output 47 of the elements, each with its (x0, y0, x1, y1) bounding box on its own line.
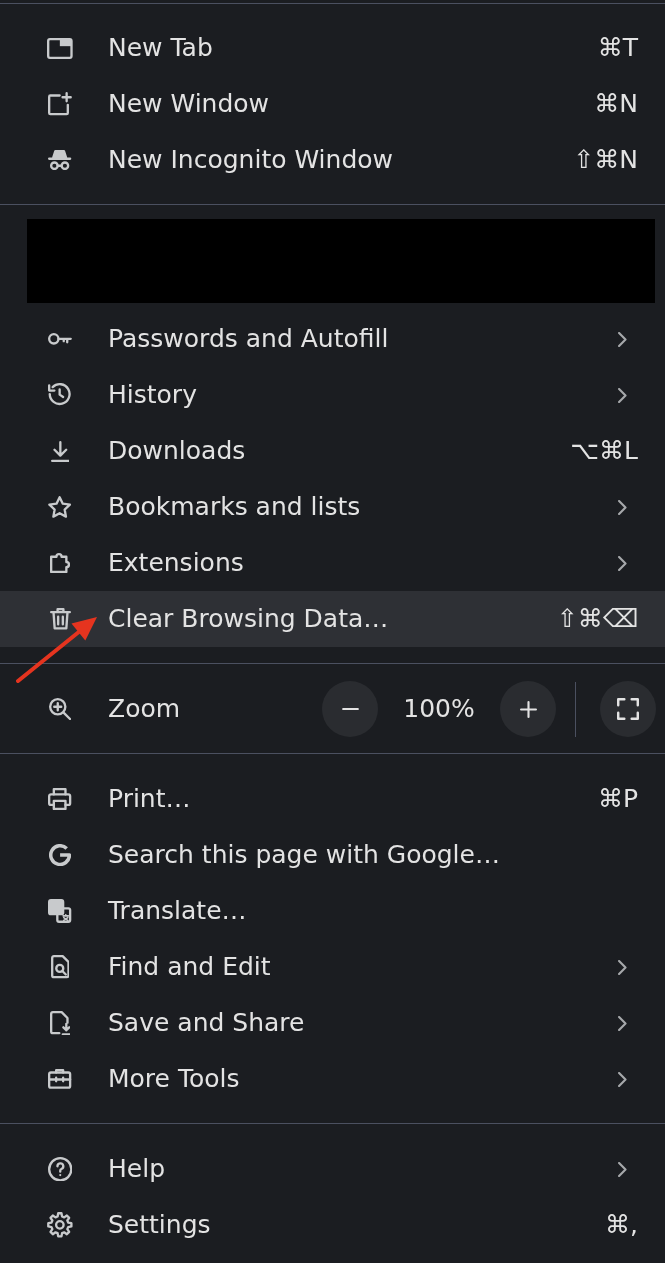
download-icon (50, 440, 70, 462)
new-window-icon (48, 92, 72, 116)
fullscreen-icon (617, 698, 639, 720)
menu-item[interactable]: Search this page with Google… (0, 827, 665, 883)
minus-icon (341, 707, 359, 711)
menu-item[interactable]: Translate… (0, 883, 665, 939)
history-icon (48, 383, 72, 407)
keyboard-shortcut: ⌘N (594, 89, 638, 119)
menu-item[interactable]: History (0, 367, 665, 423)
keyboard-shortcut: ⇧⌘N (573, 145, 638, 175)
settings-icon (47, 1212, 73, 1238)
star-icon (48, 495, 72, 519)
menu-item[interactable]: Settings ⌘, (0, 1197, 665, 1253)
trash-icon (49, 608, 71, 630)
menu-item[interactable]: Extensions (0, 535, 665, 591)
help-icon (47, 1156, 73, 1182)
key-icon (48, 333, 72, 345)
menu-item[interactable]: Bookmarks and lists (0, 479, 665, 535)
menu-item[interactable]: More Tools (0, 1051, 665, 1107)
keyboard-shortcut: ⌘T (597, 33, 638, 63)
incognito-icon (48, 149, 72, 171)
printer-icon (48, 787, 72, 811)
keyboard-shortcut: ⌘, (605, 1210, 638, 1240)
new-tab-icon (47, 37, 73, 59)
menu-item[interactable]: New Window ⌘N (0, 76, 665, 132)
menu-item[interactable]: Passwords and Autofill (0, 311, 665, 367)
g-logo-icon (48, 843, 72, 867)
translate-icon (48, 899, 72, 923)
menu-item[interactable]: Clear Browsing Data… ⇧⌘⌫ (0, 591, 665, 647)
zoom-in-icon (48, 697, 72, 721)
zoom-label: Zoom (108, 694, 182, 724)
menu-item[interactable]: Help (0, 1141, 665, 1197)
keyboard-shortcut: ⇧⌘⌫ (556, 604, 638, 634)
menu-item[interactable]: Find and Edit (0, 939, 665, 995)
menu-item[interactable]: Print… ⌘P (0, 771, 665, 827)
menu-item[interactable]: New Incognito Window ⇧⌘N (0, 132, 665, 188)
zoom-level: 100% (402, 694, 476, 724)
plus-icon (519, 700, 537, 718)
keyboard-shortcut: ⌥⌘L (570, 436, 638, 466)
puzzle-piece-icon (49, 552, 71, 574)
keyboard-shortcut: ⌘P (597, 784, 638, 814)
menu-item[interactable]: New Tab ⌘T (0, 20, 665, 76)
menu-item[interactable]: Downloads ⌥⌘L (0, 423, 665, 479)
toolbox-icon (48, 1069, 72, 1089)
menu-item[interactable]: Save and Share (0, 995, 665, 1051)
document-search-icon (50, 955, 70, 979)
document-download-icon (49, 1010, 71, 1036)
